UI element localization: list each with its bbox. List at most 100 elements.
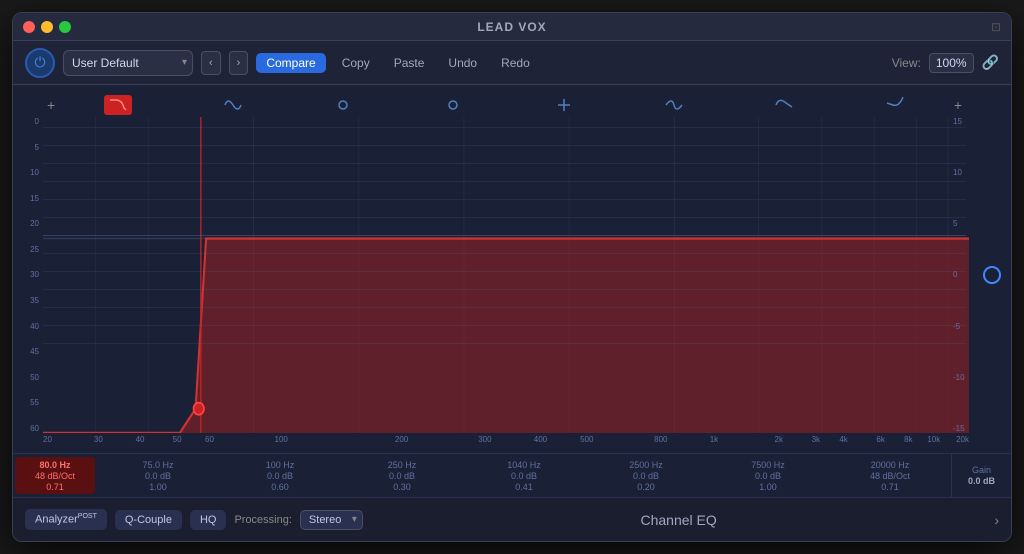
freq-label-100: 100 bbox=[275, 435, 288, 444]
freq-label-4k: 4k bbox=[839, 435, 847, 444]
next-preset-button[interactable]: › bbox=[229, 51, 249, 75]
freq-label-1k: 1k bbox=[710, 435, 718, 444]
db-right-5: 5 bbox=[953, 219, 969, 228]
db-right-n15: -15 bbox=[953, 424, 969, 433]
band4-freq: 250 Hz bbox=[388, 460, 417, 470]
db-label-30: 30 bbox=[17, 270, 39, 279]
hq-button[interactable]: HQ bbox=[190, 510, 227, 530]
freq-label-2k: 2k bbox=[775, 435, 783, 444]
band2-q: 1.00 bbox=[149, 482, 167, 492]
db-label-15: 15 bbox=[17, 194, 39, 203]
freq-label-20: 20 bbox=[43, 435, 52, 444]
grid-line bbox=[43, 271, 966, 272]
freq-label-40: 40 bbox=[136, 435, 145, 444]
freq-label-50: 50 bbox=[173, 435, 182, 444]
zero-line bbox=[43, 235, 966, 236]
gain-knob[interactable] bbox=[983, 266, 1001, 284]
band6-icon[interactable] bbox=[664, 95, 684, 115]
grid-line bbox=[43, 217, 966, 218]
prev-preset-button[interactable]: ‹ bbox=[201, 51, 221, 75]
freq-label-800: 800 bbox=[654, 435, 667, 444]
band6-freq: 2500 Hz bbox=[629, 460, 663, 470]
band2-info[interactable]: 75.0 Hz 0.0 dB 1.00 bbox=[97, 454, 219, 497]
band4-info[interactable]: 250 Hz 0.0 dB 0.30 bbox=[341, 454, 463, 497]
grid-line bbox=[43, 145, 966, 146]
q-couple-button[interactable]: Q-Couple bbox=[115, 510, 182, 530]
band1-icon[interactable] bbox=[104, 95, 132, 115]
paste-button[interactable]: Paste bbox=[386, 53, 433, 73]
db-right-15: 15 bbox=[953, 117, 969, 126]
channel-eq-label: Channel EQ bbox=[371, 512, 986, 528]
band6-info[interactable]: 2500 Hz 0.0 dB 0.20 bbox=[585, 454, 707, 497]
band5-icon[interactable] bbox=[554, 95, 574, 115]
band-info-row: 80.0 Hz 48 dB/Oct 0.71 75.0 Hz 0.0 dB 1.… bbox=[13, 453, 1011, 497]
band6-gain: 0.0 dB bbox=[633, 471, 659, 481]
band1-handle[interactable] bbox=[193, 403, 204, 415]
preset-select[interactable]: User Default bbox=[63, 50, 193, 76]
processing-selector-wrapper: Stereo ▾ bbox=[300, 510, 363, 530]
band5-info[interactable]: 1040 Hz 0.0 dB 0.41 bbox=[463, 454, 585, 497]
collapse-button[interactable]: › bbox=[994, 512, 999, 528]
db-scale-right: 15 10 5 0 -5 -10 -15 bbox=[951, 117, 971, 433]
title-bar: LEAD VOX ⊡ bbox=[13, 13, 1011, 41]
band7-freq: 7500 Hz bbox=[751, 460, 785, 470]
band2-icon[interactable] bbox=[223, 95, 243, 115]
band5-freq: 1040 Hz bbox=[507, 460, 541, 470]
minimize-button[interactable] bbox=[41, 21, 53, 33]
compare-button[interactable]: Compare bbox=[256, 53, 325, 73]
grid-line bbox=[43, 163, 966, 164]
db-label-60: 60 bbox=[17, 424, 39, 433]
db-label-10: 10 bbox=[17, 168, 39, 177]
band3-info[interactable]: 100 Hz 0.0 dB 0.60 bbox=[219, 454, 341, 497]
processing-select[interactable]: Stereo bbox=[300, 510, 363, 530]
grid-line bbox=[43, 289, 966, 290]
freq-label-10k: 10k bbox=[927, 435, 940, 444]
copy-button[interactable]: Copy bbox=[334, 53, 378, 73]
band7-info[interactable]: 7500 Hz 0.0 dB 1.00 bbox=[707, 454, 829, 497]
gain-knob-area bbox=[973, 117, 1011, 433]
main-window: LEAD VOX ⊡ ⏻ User Default ▾ ‹ › Compare … bbox=[12, 12, 1012, 542]
add-band-left-button[interactable]: + bbox=[43, 97, 59, 113]
add-band-right-button[interactable]: + bbox=[950, 97, 966, 113]
close-button[interactable] bbox=[23, 21, 35, 33]
band5-gain: 0.0 dB bbox=[511, 471, 537, 481]
band1-q: 0.71 bbox=[46, 482, 64, 492]
db-right-10: 10 bbox=[953, 168, 969, 177]
maximize-button[interactable] bbox=[59, 21, 71, 33]
view-value[interactable]: 100% bbox=[929, 53, 974, 73]
freq-label-500: 500 bbox=[580, 435, 593, 444]
band4-gain: 0.0 dB bbox=[389, 471, 415, 481]
gain-info: Gain 0.0 dB bbox=[951, 454, 1011, 497]
freq-label-30: 30 bbox=[94, 435, 103, 444]
resize-icon[interactable]: ⊡ bbox=[991, 20, 1001, 34]
bottom-bar: AnalyzerPOST Q-Couple HQ Processing: Ste… bbox=[13, 497, 1011, 541]
band8-gain: 48 dB/Oct bbox=[870, 471, 910, 481]
band6-q: 0.20 bbox=[637, 482, 655, 492]
grid-line bbox=[43, 199, 966, 200]
undo-button[interactable]: Undo bbox=[440, 53, 485, 73]
band8-q: 0.71 bbox=[881, 482, 899, 492]
band1-freq: 80.0 Hz bbox=[39, 460, 70, 470]
band3-icon[interactable] bbox=[333, 95, 353, 115]
band7-gain: 0.0 dB bbox=[755, 471, 781, 481]
db-label-55: 55 bbox=[17, 398, 39, 407]
db-label-25: 25 bbox=[17, 245, 39, 254]
band4-icon[interactable] bbox=[443, 95, 463, 115]
eq-curve-svg[interactable] bbox=[43, 117, 969, 433]
processing-label: Processing: bbox=[234, 514, 291, 526]
band1-info[interactable]: 80.0 Hz 48 dB/Oct 0.71 bbox=[15, 457, 95, 494]
freq-label-8k: 8k bbox=[904, 435, 912, 444]
band8-icon[interactable] bbox=[885, 95, 905, 115]
freq-label-400: 400 bbox=[534, 435, 547, 444]
redo-button[interactable]: Redo bbox=[493, 53, 538, 73]
band8-info[interactable]: 20000 Hz 48 dB/Oct 0.71 bbox=[829, 454, 951, 497]
freq-label-3k: 3k bbox=[812, 435, 820, 444]
freq-scale: 20 30 40 50 60 100 200 300 400 500 800 1… bbox=[43, 435, 969, 451]
band7-icon[interactable] bbox=[774, 95, 794, 115]
link-icon[interactable]: 🔗 bbox=[982, 54, 999, 71]
analyzer-button[interactable]: AnalyzerPOST bbox=[25, 509, 107, 530]
freq-label-300: 300 bbox=[478, 435, 491, 444]
grid-line bbox=[43, 325, 966, 326]
power-button[interactable]: ⏻ bbox=[25, 48, 55, 78]
toolbar: ⏻ User Default ▾ ‹ › Compare Copy Paste … bbox=[13, 41, 1011, 85]
